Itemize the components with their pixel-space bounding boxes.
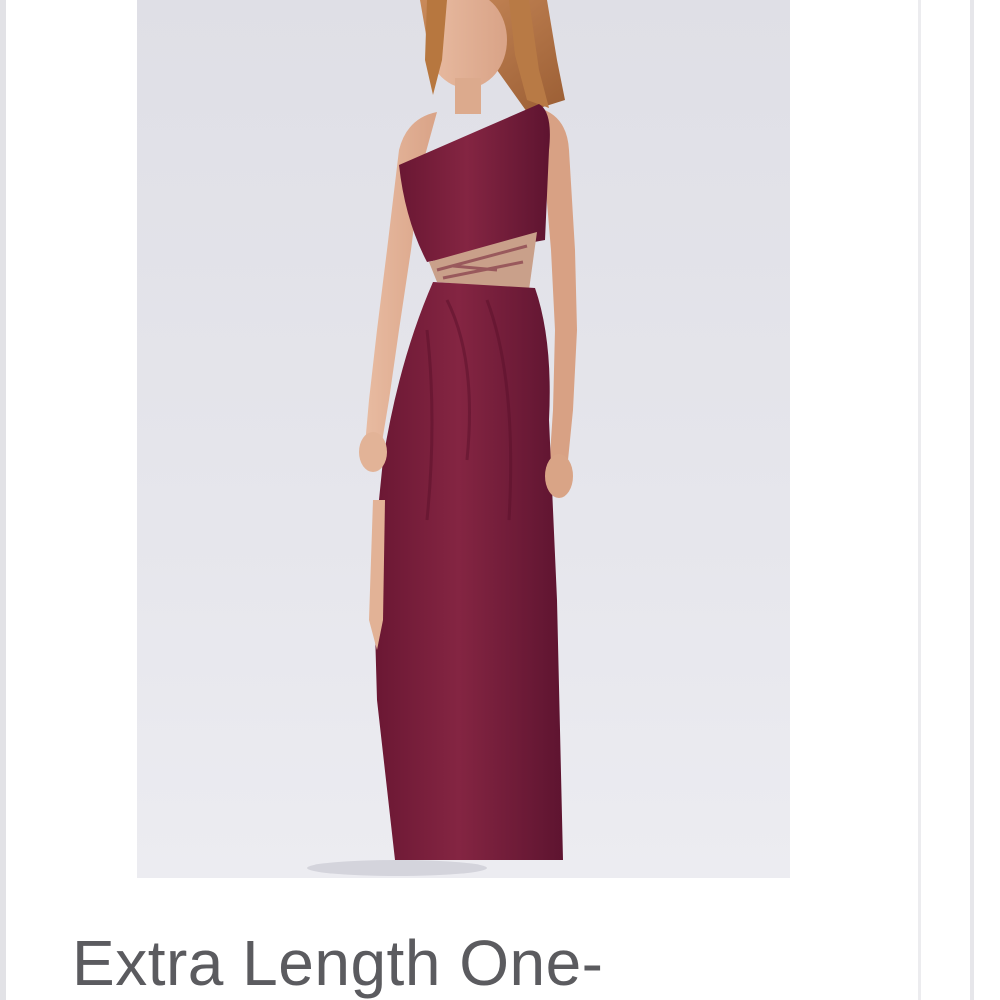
product-title[interactable]: Extra Length One- <box>72 925 603 1000</box>
product-image[interactable] <box>137 0 790 878</box>
page: Extra Length One- <box>0 0 1000 1000</box>
neck <box>455 78 481 114</box>
floor-shadow <box>307 860 487 876</box>
scrollbar-track[interactable] <box>970 0 974 1000</box>
column-divider <box>918 0 921 1000</box>
left-hand <box>359 432 387 472</box>
right-hand <box>545 454 573 498</box>
product-card[interactable]: Extra Length One- <box>6 0 918 1000</box>
